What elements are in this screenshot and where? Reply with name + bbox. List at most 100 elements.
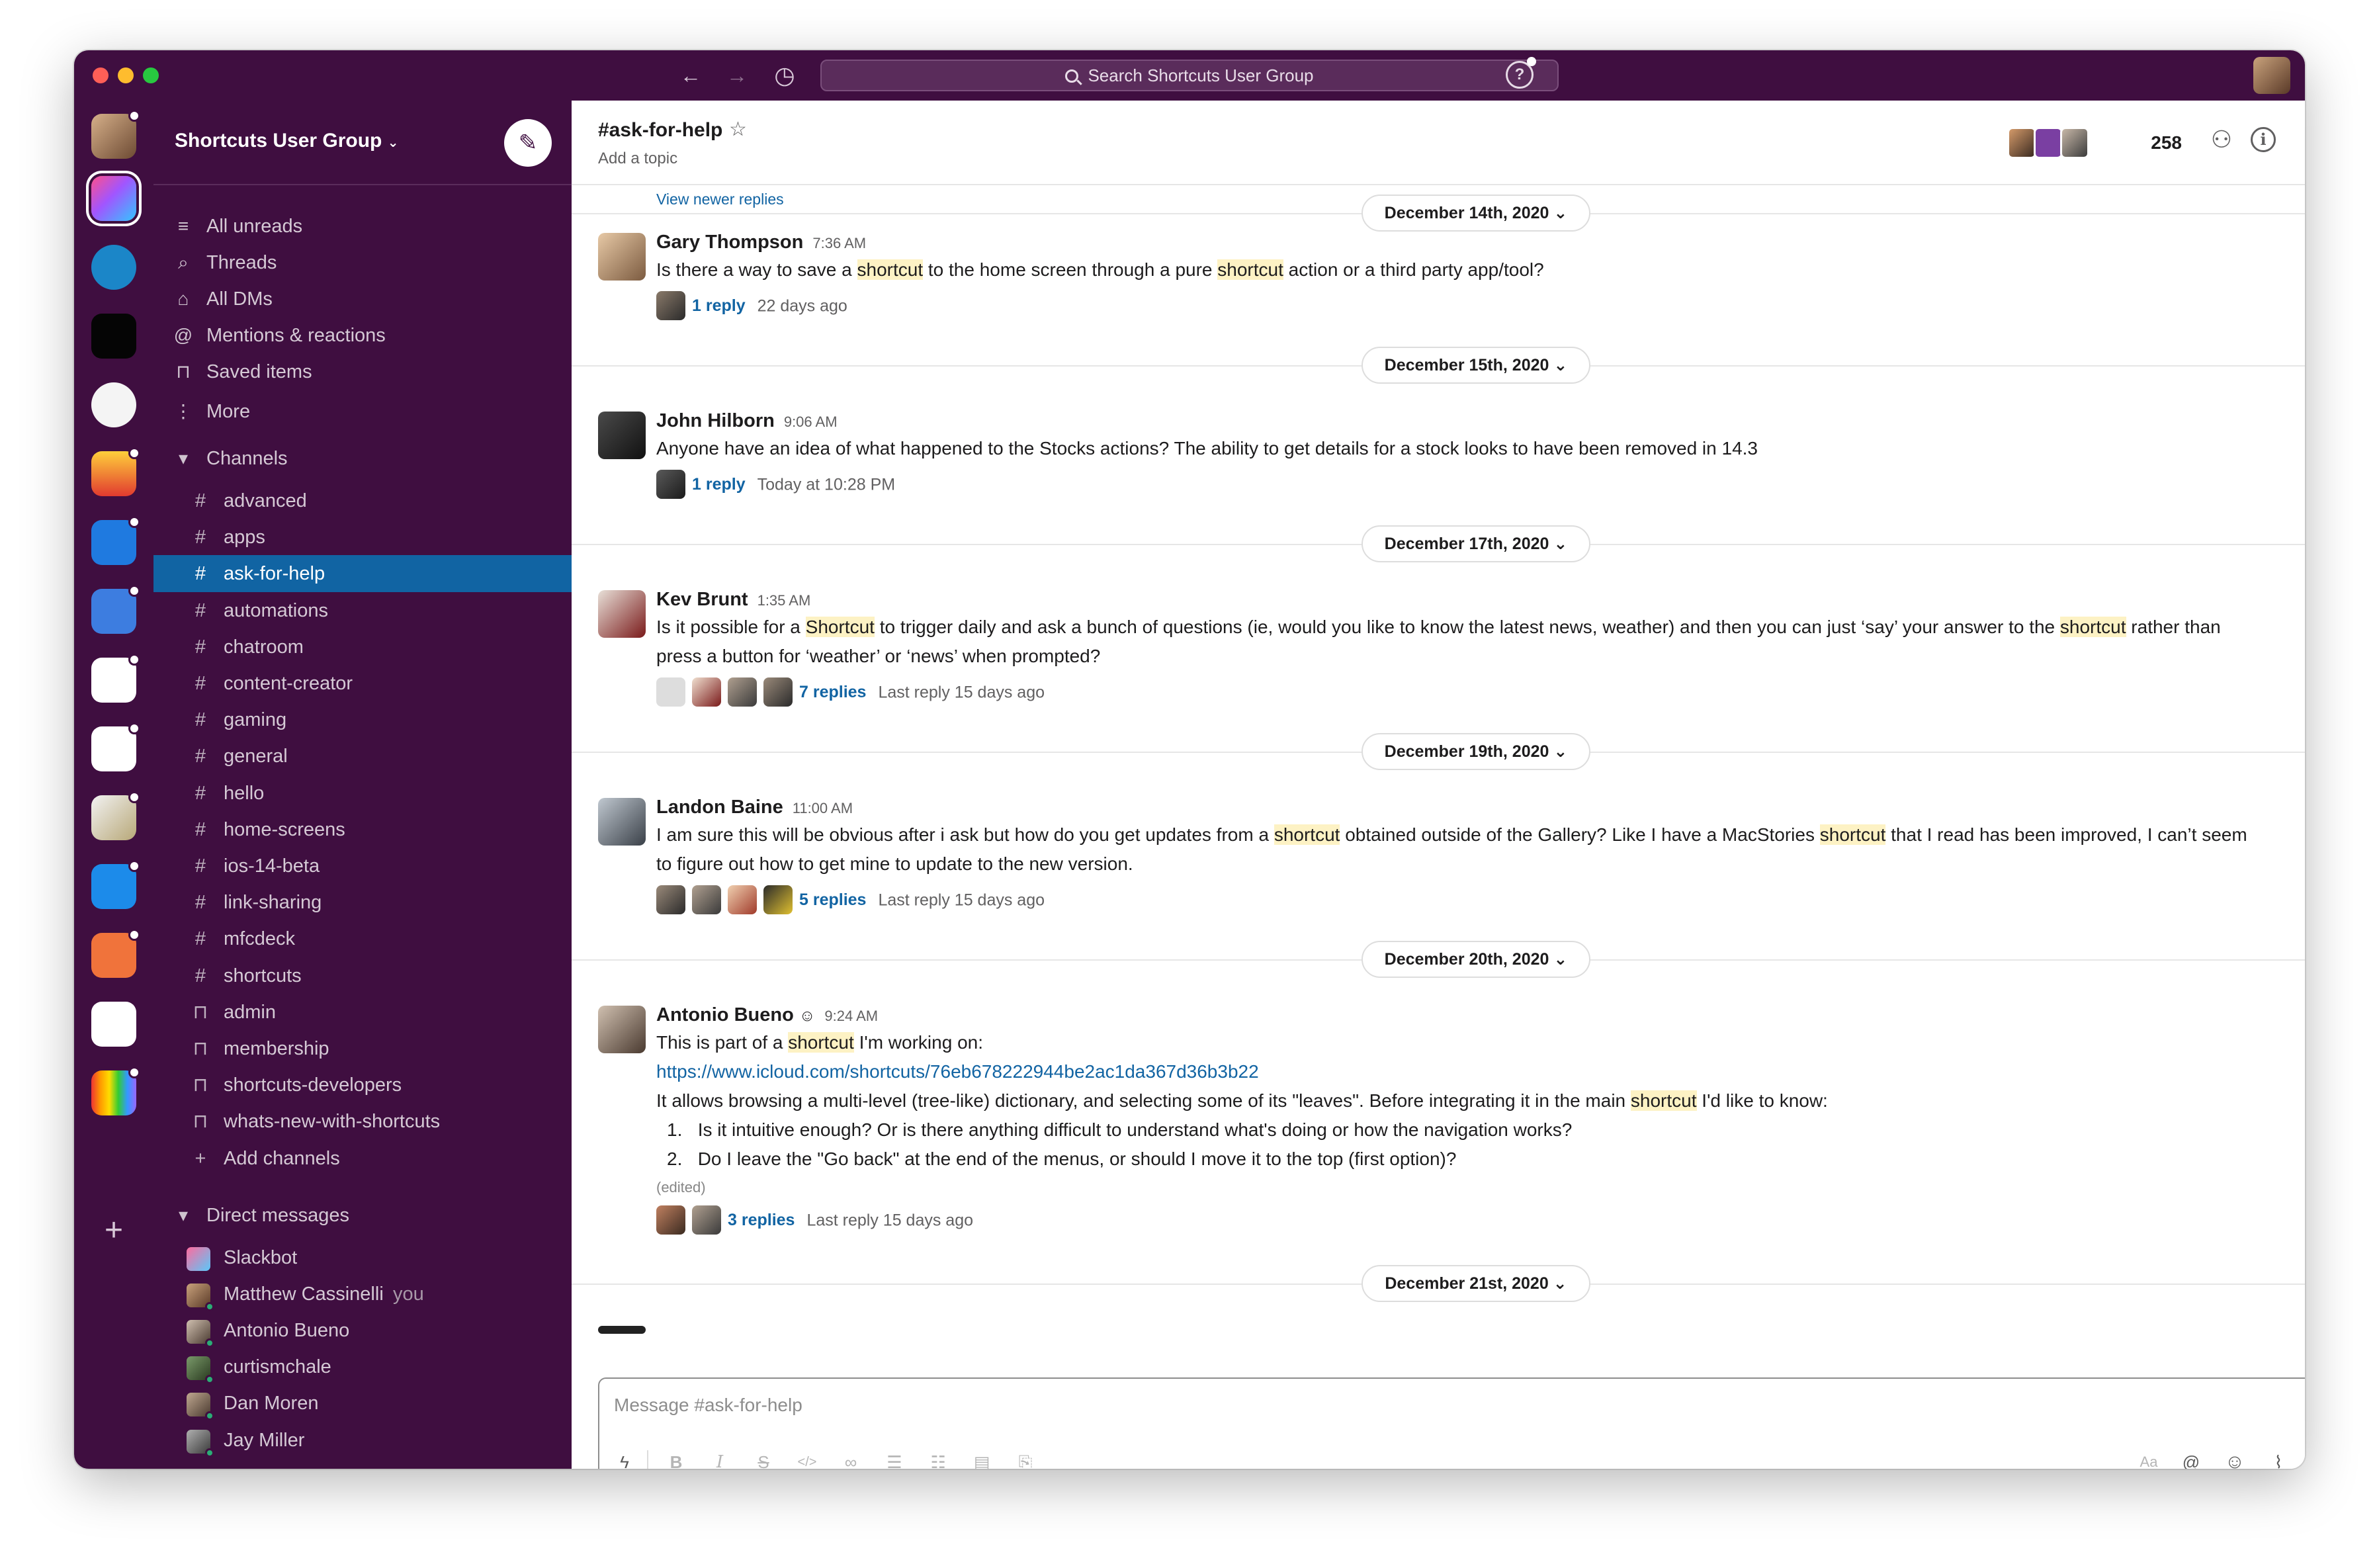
replies-link[interactable]: 1 reply [692,475,746,494]
channel-title[interactable]: #ask-for-help [598,119,722,142]
bulleted-list-icon[interactable]: ☷ [925,1449,951,1469]
add-member-icon[interactable]: ⚇ [2211,126,2232,153]
replies-link[interactable]: 7 replies [799,683,866,701]
workspace-icon-6[interactable] [91,447,140,496]
date-pill[interactable]: December 17th, 2020 ⌄ [1362,525,1590,562]
sidebar-item-shortcuts-developers[interactable]: ⊓ shortcuts-developers [153,1067,572,1104]
close-window-button[interactable] [93,67,108,83]
channels-section-header[interactable]: ▾ Channels [153,440,572,477]
sidebar-item-more[interactable]: ⋮ More [153,393,572,430]
author-avatar[interactable] [598,412,646,459]
zoom-window-button[interactable] [143,67,159,83]
author-avatar[interactable] [598,1326,646,1334]
workspace-icon-8[interactable] [91,585,140,634]
sidebar-item-automations[interactable]: # automations [153,592,572,629]
dm-item[interactable]: curtismchale [153,1348,572,1385]
workspace-icon-3[interactable] [91,245,136,290]
message-input[interactable] [614,1395,1937,1416]
thread-summary[interactable]: 7 replies Last reply 15 days ago [656,676,1045,707]
author-name[interactable]: Antonio Bueno ☺ 9:24 AM [656,1004,878,1026]
sidebar-item-mentions[interactable]: @ Mentions & reactions [153,317,572,354]
workspace-icon-tech[interactable] [91,516,140,565]
workspace-name-button[interactable]: Shortcuts User Group ⌄ [175,130,398,152]
workspace-icon-12[interactable] [91,860,140,909]
author-avatar[interactable] [598,1006,646,1053]
emoji-icon[interactable]: ☺ [2222,1449,2248,1469]
strikethrough-icon[interactable]: S [750,1449,777,1469]
link-icon[interactable]: ∞ [838,1449,864,1469]
compose-button[interactable]: ✎ [504,119,552,167]
thread-summary[interactable]: 1 reply 22 days ago [656,290,847,321]
workspace-icon-future[interactable] [91,314,136,359]
workspace-icon-11[interactable] [91,791,140,840]
sidebar-item-whats-new-with-shortcuts[interactable]: ⊓ whats-new-with-shortcuts [153,1103,572,1140]
workspace-icon-10[interactable] [91,722,140,771]
star-icon[interactable]: ☆ [729,118,747,141]
forward-arrow-icon[interactable]: → [722,61,752,90]
workspace-icon-15[interactable] [91,1067,140,1115]
author-name[interactable]: Landon Baine 11:00 AM [656,797,853,818]
timestamp[interactable]: 9:06 AM [784,414,838,430]
sidebar-item-dms[interactable]: ⌂ All DMs [153,281,572,318]
member-avatars[interactable] [2007,127,2106,161]
author-avatar[interactable] [598,798,646,846]
sidebar-item-advanced[interactable]: # advanced [153,482,572,519]
thread-summary[interactable]: 1 reply Today at 10:28 PM [656,468,895,500]
replies-link[interactable]: 1 reply [692,296,746,315]
sidebar-item-apps[interactable]: # apps [153,519,572,556]
sidebar-item-content-creator[interactable]: # content-creator [153,665,572,702]
workspace-icon-shortcuts[interactable] [91,176,136,221]
author-name[interactable]: Gary Thompson 7:36 AM [656,232,866,253]
author-avatar[interactable] [598,233,646,281]
sidebar-item-threads[interactable]: ⌕ Threads [153,244,572,281]
message-link[interactable]: https://www.icloud.com/shortcuts/76eb678… [656,1057,2265,1086]
sidebar-item-gaming[interactable]: # gaming [153,701,572,738]
sidebar-item-ask-for-help[interactable]: # ask-for-help [153,555,572,593]
date-pill[interactable]: December 20th, 2020 ⌄ [1362,941,1590,978]
timestamp[interactable]: 1:35 AM [757,592,811,609]
view-newer-replies-link[interactable]: View newer replies [656,191,784,208]
member-count[interactable]: 258 [2151,132,2182,153]
timestamp[interactable]: 11:00 AM [793,800,853,816]
search-bar[interactable]: Search Shortcuts User Group [820,60,1559,91]
sidebar-item-mfcdeck[interactable]: # mfcdeck [153,920,572,957]
minimize-window-button[interactable] [118,67,134,83]
sidebar-item-all-unreads[interactable]: ≡ All unreads [153,208,572,245]
dm-item[interactable]: Slackbot [153,1239,572,1276]
user-avatar[interactable] [2253,57,2290,94]
dm-item[interactable]: Antonio Bueno [153,1312,572,1349]
timestamp[interactable]: 7:36 AM [812,235,866,251]
mention-icon[interactable]: @ [2178,1449,2204,1469]
sidebar-item-home-screens[interactable]: # home-screens [153,811,572,848]
history-clock-icon[interactable]: ◷ [770,61,799,90]
code-icon[interactable]: </> [794,1449,820,1469]
dm-item[interactable]: Matthew Cassinelli you [153,1276,572,1313]
author-avatar[interactable] [598,590,646,638]
sidebar-item-general[interactable]: # general [153,738,572,775]
code-block-icon[interactable]: ⎘ [1012,1449,1039,1469]
date-pill[interactable]: December 19th, 2020 ⌄ [1362,733,1590,770]
direct-messages-section-header[interactable]: ▾ Direct messages [153,1197,572,1234]
thread-summary[interactable]: 5 replies Last reply 15 days ago [656,884,1045,915]
workspace-icon-notion[interactable] [91,654,140,703]
replies-link[interactable]: 3 replies [728,1211,795,1229]
sidebar-item-bookmark[interactable]: ⊓ Saved items [153,353,572,390]
sidebar-item-shortcuts[interactable]: # shortcuts [153,957,572,994]
info-icon[interactable]: i [2251,127,2276,152]
sidebar-item-chatroom[interactable]: # chatroom [153,629,572,666]
formatting-toggle[interactable]: Aa [2136,1449,2162,1469]
dm-item[interactable]: Jay Miller [153,1422,572,1459]
sidebar-item-admin[interactable]: ⊓ admin [153,994,572,1031]
channel-topic[interactable]: Add a topic [598,150,677,168]
shortcuts-lightning-icon[interactable]: ϟ [611,1449,638,1469]
thread-summary[interactable]: 3 replies Last reply 15 days ago [656,1204,973,1235]
dm-item[interactable]: Dan Moren [153,1385,572,1422]
workspace-icon-14[interactable] [91,1002,136,1047]
workspace-icon-w[interactable] [91,382,136,427]
author-name[interactable]: Kev Brunt 1:35 AM [656,589,810,611]
sidebar-item-link-sharing[interactable]: # link-sharing [153,884,572,921]
date-pill[interactable]: December 21st, 2020 ⌄ [1362,1265,1590,1302]
blockquote-icon[interactable]: ▤ [969,1449,995,1469]
sidebar-item-membership[interactable]: ⊓ membership [153,1030,572,1067]
replies-link[interactable]: 5 replies [799,891,866,909]
